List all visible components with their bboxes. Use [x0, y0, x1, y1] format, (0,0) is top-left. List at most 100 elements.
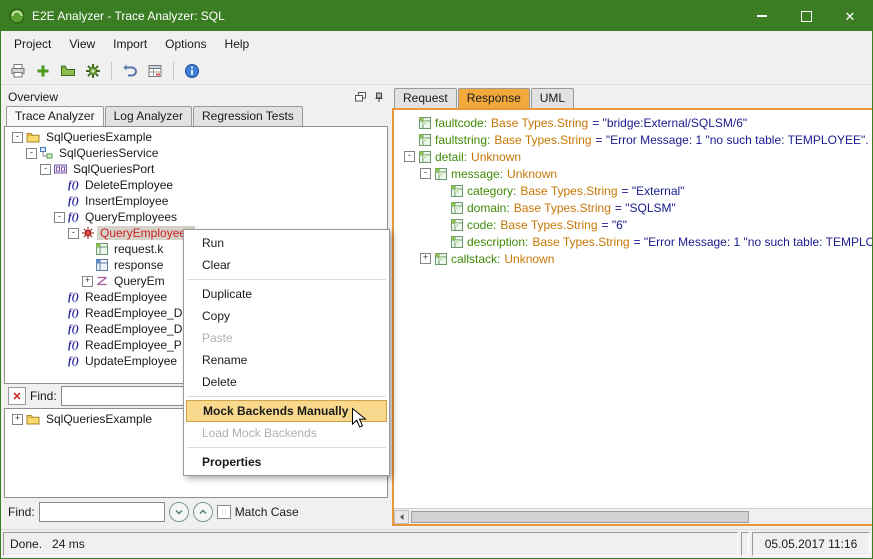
menu-options[interactable]: Options	[156, 33, 215, 55]
attribute-type: Unknown	[504, 252, 554, 266]
collapse-icon[interactable]: -	[12, 132, 23, 143]
find2-input[interactable]	[39, 502, 165, 522]
response-tree-item[interactable]: -message:Unknown	[396, 165, 873, 182]
find-label: Find:	[30, 389, 57, 403]
menu-item-copy[interactable]: Copy	[184, 305, 389, 327]
attribute-name: category:	[467, 184, 516, 198]
close-button[interactable]: ✕	[828, 1, 872, 31]
menu-item-run[interactable]: Run	[184, 232, 389, 254]
tree-item[interactable]: f()DeleteEmployee	[5, 177, 387, 193]
status-duration: 24 ms	[52, 537, 85, 551]
attribute-value: = "External"	[622, 184, 685, 198]
menu-project[interactable]: Project	[5, 33, 60, 55]
status-datetime: 05.05.2017 11:16	[752, 532, 870, 556]
find-prev-button[interactable]	[193, 502, 213, 522]
settings-icon[interactable]	[82, 60, 104, 82]
menu-separator	[187, 279, 386, 280]
port-icon	[54, 163, 67, 175]
pin-icon[interactable]	[374, 92, 384, 103]
tab-regression-tests[interactable]: Regression Tests	[193, 106, 303, 126]
scrollbar-thumb[interactable]	[411, 511, 749, 523]
tree-item[interactable]: -SqlQueriesPort	[5, 161, 387, 177]
function-icon: f()	[68, 308, 79, 319]
function-icon: f()	[68, 356, 79, 367]
expand-icon[interactable]: +	[420, 253, 431, 264]
collapse-icon[interactable]: -	[420, 168, 431, 179]
collapse-icon[interactable]: -	[40, 164, 51, 175]
find-input[interactable]	[61, 386, 187, 406]
horizontal-scrollbar[interactable]	[394, 508, 873, 524]
expand-icon[interactable]: +	[82, 276, 93, 287]
tree-item[interactable]: -f()QueryEmployees	[5, 209, 387, 225]
report-icon[interactable]	[144, 60, 166, 82]
tree-item-label: ReadEmployee_D	[82, 322, 185, 336]
menu-item-mock-backends-manually[interactable]: Mock Backends Manually	[186, 400, 387, 422]
menu-view[interactable]: View	[60, 33, 104, 55]
response-tree-item[interactable]: domain:Base Types.String= "SQLSM"	[396, 199, 873, 216]
response-tree-item[interactable]: -detail:Unknown	[396, 148, 873, 165]
collapse-icon[interactable]: -	[26, 148, 37, 159]
tree-item-label: DeleteEmployee	[82, 178, 176, 192]
menu-import[interactable]: Import	[104, 33, 156, 55]
attribute-type: Base Types.String	[514, 201, 611, 215]
minimize-button[interactable]	[740, 1, 784, 31]
tree-item[interactable]: f()InsertEmployee	[5, 193, 387, 209]
attribute-icon	[451, 236, 463, 248]
tree-item-label: QueryEmployees	[97, 226, 195, 240]
response-tree-item[interactable]: code:Base Types.String= "6"	[396, 216, 873, 233]
collapse-icon[interactable]: -	[404, 151, 415, 162]
open-icon[interactable]	[57, 60, 79, 82]
undo-icon[interactable]	[119, 60, 141, 82]
collapse-icon[interactable]: -	[68, 228, 79, 239]
new-icon[interactable]	[32, 60, 54, 82]
attribute-name: faultstring:	[435, 133, 490, 147]
attribute-icon	[451, 185, 463, 197]
tree-item-label: QueryEm	[111, 274, 168, 288]
toolbar	[1, 57, 872, 85]
match-case-checkbox[interactable]	[217, 505, 231, 519]
menu-item-properties[interactable]: Properties	[184, 451, 389, 473]
attribute-name: message:	[451, 167, 503, 181]
find-next-button[interactable]	[169, 502, 189, 522]
tree-item-label: ReadEmployee	[82, 290, 170, 304]
response-tree-item[interactable]: faultcode:Base Types.String= "bridge:Ext…	[396, 114, 873, 131]
float-icon[interactable]	[355, 92, 366, 102]
menu-help[interactable]: Help	[216, 33, 259, 55]
tab-request[interactable]: Request	[394, 88, 457, 108]
maximize-button[interactable]	[784, 1, 828, 31]
response-tree-item[interactable]: faultstring:Base Types.String= "Error Me…	[396, 131, 873, 148]
tab-response[interactable]: Response	[458, 88, 530, 108]
tree-item[interactable]: - SqlQueriesService	[5, 145, 387, 161]
expand-icon[interactable]: +	[12, 414, 23, 425]
menu-item-rename[interactable]: Rename	[184, 349, 389, 371]
attribute-type: Base Types.String	[520, 184, 617, 198]
info-icon[interactable]	[181, 60, 203, 82]
tab-log-analyzer[interactable]: Log Analyzer	[105, 106, 192, 126]
tree-item-label: SqlQueriesService	[56, 146, 161, 160]
attribute-value: = "bridge:External/SQLSM/6"	[592, 116, 747, 130]
menu-item-delete[interactable]: Delete	[184, 371, 389, 393]
function-icon: f()	[68, 212, 79, 223]
scroll-left-icon[interactable]	[394, 510, 409, 524]
menu-item-duplicate[interactable]: Duplicate	[184, 283, 389, 305]
attribute-icon	[419, 117, 431, 129]
print-icon[interactable]	[7, 60, 29, 82]
find-row-2: Find: Match Case	[4, 498, 388, 526]
response-tree-item[interactable]: description:Base Types.String= "Error Me…	[396, 233, 873, 250]
title-bar[interactable]: E2E Analyzer - Trace Analyzer: SQL ✕	[1, 1, 872, 31]
tree-item[interactable]: -SqlQueriesExample	[5, 129, 387, 145]
attribute-value: = "SQLSM"	[615, 201, 676, 215]
main-area: Overview Trace AnalyzerLog AnalyzerRegre…	[1, 85, 872, 529]
tree-item-label: UpdateEmployee	[82, 354, 180, 368]
tab-uml[interactable]: UML	[531, 88, 574, 108]
response-tree-item[interactable]: +callstack:Unknown	[396, 250, 873, 267]
response-tree-item[interactable]: category: Base Types.String = "External"	[396, 182, 873, 199]
attribute-name: description:	[467, 235, 528, 249]
collapse-icon[interactable]: -	[54, 212, 65, 223]
function-icon: f()	[68, 180, 79, 191]
tab-trace-analyzer[interactable]: Trace Analyzer	[6, 106, 104, 126]
attribute-type: Unknown	[471, 150, 521, 164]
tree-item-label: ReadEmployee_D	[82, 306, 185, 320]
menu-item-clear[interactable]: Clear	[184, 254, 389, 276]
clear-find-button[interactable]: ✕	[8, 387, 26, 405]
